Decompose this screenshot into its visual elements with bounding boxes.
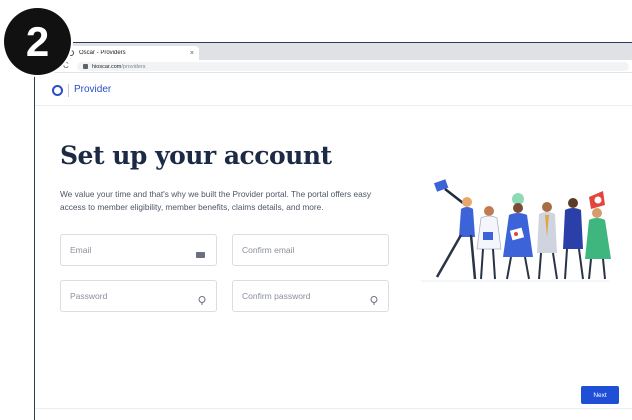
oscar-logo-icon[interactable] <box>52 85 63 96</box>
brand-label[interactable]: Provider <box>74 84 111 95</box>
tab-bar: Oscar - Providers × <box>35 43 632 60</box>
person-laptop-figure <box>433 179 477 280</box>
footer-divider <box>35 408 632 409</box>
page-title: Set up your account <box>60 141 332 170</box>
logo-divider <box>68 84 69 97</box>
tab-title: Oscar - Providers <box>79 50 126 56</box>
email-field[interactable]: Email <box>60 234 217 266</box>
browser-tab[interactable]: Oscar - Providers × <box>63 46 199 60</box>
confirm-email-field[interactable]: Confirm email <box>232 234 389 266</box>
close-tab-icon[interactable]: × <box>190 50 194 57</box>
step-number-badge: 2 <box>4 8 71 75</box>
screenshot: 2 Oscar - Providers × C hioscar.com/prov… <box>0 0 632 420</box>
url-path: /providers <box>121 63 146 70</box>
key-icon[interactable] <box>370 296 378 305</box>
lock-icon <box>83 64 88 69</box>
card-icon <box>196 252 205 258</box>
person-sign-figure <box>585 191 611 280</box>
password-placeholder: Password <box>70 291 108 301</box>
person-navy-figure <box>563 198 584 280</box>
people-illustration <box>421 179 611 282</box>
password-field[interactable]: Password <box>60 280 217 312</box>
confirm-password-field[interactable]: Confirm password <box>232 280 389 312</box>
page-subtitle: We value your time and that's why we bui… <box>60 189 372 212</box>
reload-icon[interactable]: C <box>63 61 69 70</box>
url-input[interactable]: hioscar.com/providers <box>77 62 629 71</box>
email-placeholder: Email <box>70 245 92 255</box>
browser-window: Oscar - Providers × C hioscar.com/provid… <box>34 42 632 420</box>
url-host: hioscar.com <box>92 63 122 70</box>
address-bar: C hioscar.com/providers <box>35 60 632 73</box>
person-doctor-figure <box>476 206 502 280</box>
person-teal-figure <box>503 193 533 280</box>
confirm-email-placeholder: Confirm email <box>242 245 295 255</box>
key-icon[interactable] <box>198 296 206 305</box>
site-header: Provider <box>35 73 632 106</box>
confirm-password-placeholder: Confirm password <box>242 291 311 301</box>
person-suit-figure <box>537 202 558 280</box>
next-button[interactable]: Next <box>581 386 619 404</box>
